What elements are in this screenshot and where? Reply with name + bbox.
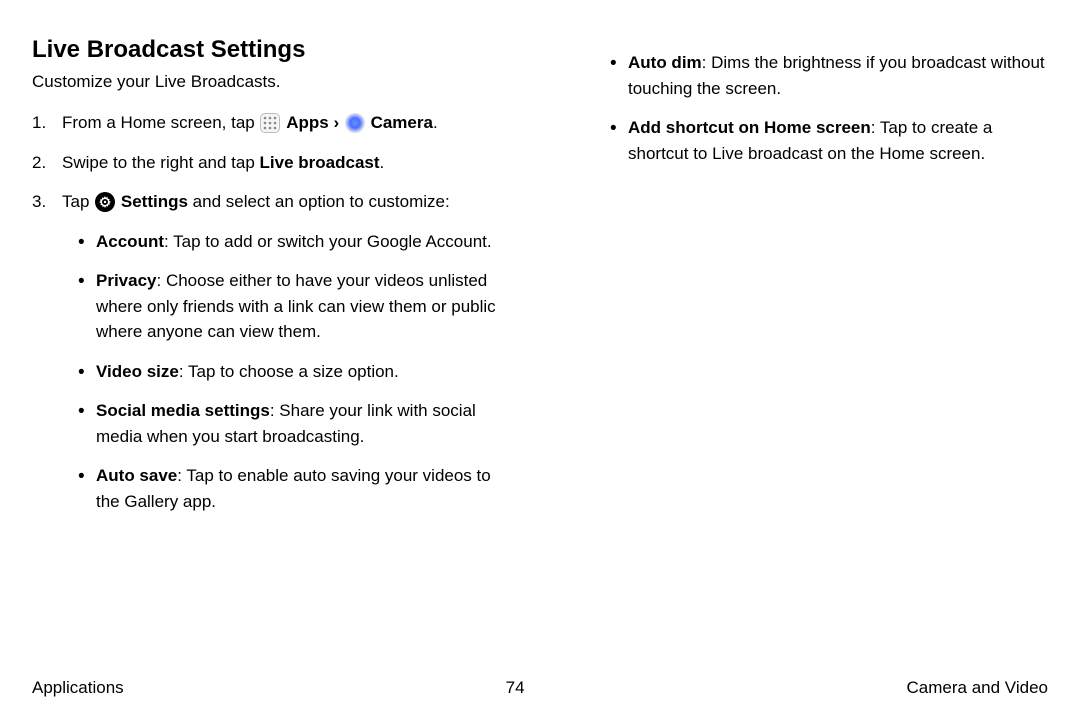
page-footer: Applications 74 Camera and Video xyxy=(32,678,1048,698)
step-2-end: . xyxy=(380,153,385,172)
option-account-title: Account xyxy=(96,232,164,251)
apps-icon xyxy=(260,113,280,133)
option-social-media-title: Social media settings xyxy=(96,401,270,420)
step-1: From a Home screen, tap Apps › Camera. xyxy=(32,110,516,136)
option-privacy-title: Privacy xyxy=(96,271,157,290)
footer-page-number: 74 xyxy=(506,678,525,698)
settings-label: Settings xyxy=(121,192,188,211)
option-auto-dim-title: Auto dim xyxy=(628,53,702,72)
option-video-size-title: Video size xyxy=(96,362,179,381)
step-2: Swipe to the right and tap Live broadcas… xyxy=(32,150,516,176)
option-video-size-desc: : Tap to choose a size option. xyxy=(179,362,399,381)
step-1-end: . xyxy=(433,113,438,132)
option-add-shortcut: Add shortcut on Home screen: Tap to crea… xyxy=(628,115,1048,166)
camera-label: Camera xyxy=(371,113,433,132)
steps-list: From a Home screen, tap Apps › Camera. S… xyxy=(32,110,516,514)
apps-label: Apps xyxy=(286,113,329,132)
option-privacy-desc: : Choose either to have your videos unli… xyxy=(96,271,496,341)
step-1-text-a: From a Home screen, tap xyxy=(62,113,259,132)
live-broadcast-label: Live broadcast xyxy=(260,153,380,172)
option-auto-dim: Auto dim: Dims the brightness if you bro… xyxy=(628,50,1048,101)
step-3: Tap Settings and select an option to cus… xyxy=(32,189,516,514)
option-auto-save-title: Auto save xyxy=(96,466,177,485)
option-social-media: Social media settings: Share your link w… xyxy=(96,398,516,449)
option-account: Account: Tap to add or switch your Googl… xyxy=(96,229,516,255)
gear-icon xyxy=(95,192,115,212)
options-list-right: Auto dim: Dims the brightness if you bro… xyxy=(564,50,1048,166)
step-3-text-c: and select an option to customize: xyxy=(188,192,450,211)
page-subtitle: Customize your Live Broadcasts. xyxy=(32,72,516,92)
footer-left: Applications xyxy=(32,678,124,698)
page-title: Live Broadcast Settings xyxy=(32,36,516,64)
option-video-size: Video size: Tap to choose a size option. xyxy=(96,359,516,385)
camera-icon xyxy=(345,113,365,133)
options-list-left: Account: Tap to add or switch your Googl… xyxy=(62,229,516,515)
footer-right: Camera and Video xyxy=(907,678,1048,698)
chevron-icon: › xyxy=(333,113,339,132)
option-add-shortcut-title: Add shortcut on Home screen xyxy=(628,118,871,137)
step-3-text-a: Tap xyxy=(62,192,94,211)
option-auto-save: Auto save: Tap to enable auto saving you… xyxy=(96,463,516,514)
step-2-text-a: Swipe to the right and tap xyxy=(62,153,260,172)
option-account-desc: : Tap to add or switch your Google Accou… xyxy=(164,232,492,251)
option-privacy: Privacy: Choose either to have your vide… xyxy=(96,268,516,345)
